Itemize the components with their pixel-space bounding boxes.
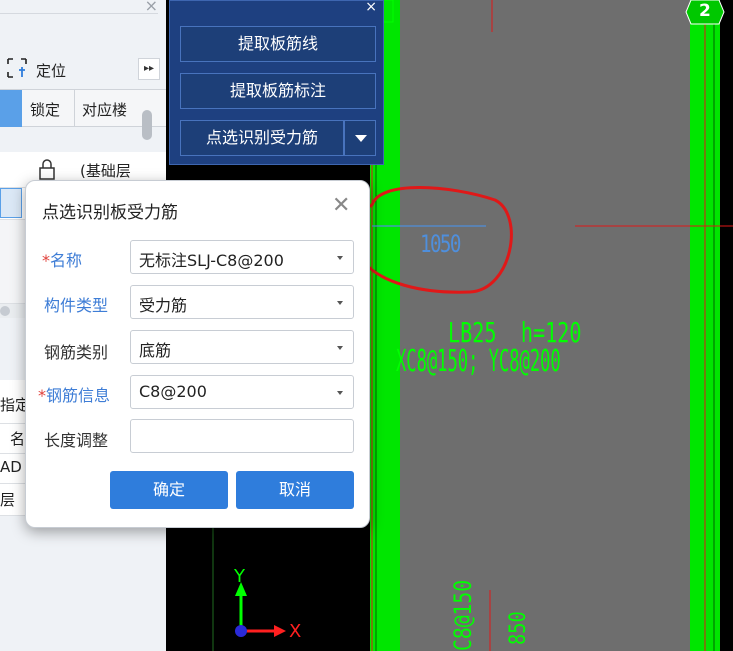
vertical-rebar-label: C8@150	[449, 579, 477, 651]
name-select[interactable]: 无标注SLJ-C8@200	[130, 240, 354, 274]
dimension-1050: 1050	[420, 230, 461, 258]
header-selector[interactable]	[0, 90, 22, 127]
slab-rebar-label: XC8@150; YC8@200	[396, 344, 561, 379]
column-header-lock[interactable]: 锁定	[30, 99, 60, 120]
locate-label[interactable]: 定位	[36, 60, 66, 81]
rebar-info-value: C8@200	[139, 382, 207, 401]
panel-topbar	[0, 0, 158, 14]
vertical-scrollbar[interactable]	[142, 110, 152, 140]
panel-toolbar: 定位 ▸▸	[0, 50, 166, 88]
rebar-category-label: 钢筋类别	[44, 343, 109, 362]
column-header-floor[interactable]: 对应楼	[82, 99, 127, 120]
name-value: 无标注SLJ-C8@200	[139, 251, 284, 270]
cancel-button[interactable]: 取消	[236, 471, 354, 509]
close-icon[interactable]: ×	[365, 0, 377, 15]
rebar-category-value: 底筋	[139, 341, 172, 360]
pick-identify-rebar-button[interactable]: 点选识别受力筋	[180, 120, 344, 156]
axis-label-2: 2	[699, 1, 711, 21]
name-label: *名称	[42, 251, 83, 270]
row-text: (基础层	[80, 162, 131, 180]
component-type-value: 受力筋	[139, 296, 188, 315]
chevron-down-icon[interactable]	[337, 256, 343, 260]
vertical-dim-label: 850	[506, 611, 531, 645]
row-text: 层	[0, 491, 16, 509]
close-icon[interactable]: ✕	[332, 193, 350, 218]
axis-y-label: Y	[234, 566, 245, 587]
rebar-tool-panel: × 提取板筋线 提取板筋标注 点选识别受力筋	[169, 0, 384, 165]
length-adjust-label: 长度调整	[44, 431, 109, 450]
extract-rebar-line-button[interactable]: 提取板筋线	[180, 26, 376, 62]
rebar-info-select[interactable]: C8@200	[130, 375, 354, 409]
row-selector[interactable]	[0, 188, 22, 218]
row-text: 名	[10, 430, 26, 448]
dialog-title: 点选识别板受力筋	[42, 203, 178, 223]
chevron-down-icon[interactable]	[337, 346, 343, 350]
ok-button[interactable]: 确定	[110, 471, 228, 509]
column-divider	[74, 90, 75, 127]
extract-rebar-label-button[interactable]: 提取板筋标注	[180, 73, 376, 109]
chevron-down-icon[interactable]	[337, 391, 343, 395]
chevron-down-icon[interactable]	[344, 120, 376, 156]
component-type-select[interactable]: 受力筋	[130, 285, 354, 319]
locate-icon[interactable]	[5, 57, 29, 79]
lock-icon[interactable]	[36, 158, 58, 180]
double-chevron-right-icon[interactable]: ▸▸	[138, 58, 160, 80]
close-icon[interactable]: ×	[145, 0, 158, 15]
axis-x-label: X	[289, 621, 302, 642]
rebar-info-label: *钢筋信息	[38, 386, 111, 405]
component-type-label: 构件类型	[44, 296, 109, 315]
rebar-category-select[interactable]: 底筋	[130, 330, 354, 364]
chevron-down-icon[interactable]	[337, 301, 343, 305]
identify-slab-rebar-dialog: 点选识别板受力筋 ✕ *名称 无标注SLJ-C8@200 构件类型 受力筋 钢筋…	[25, 180, 370, 528]
length-adjust-input[interactable]	[130, 419, 354, 453]
